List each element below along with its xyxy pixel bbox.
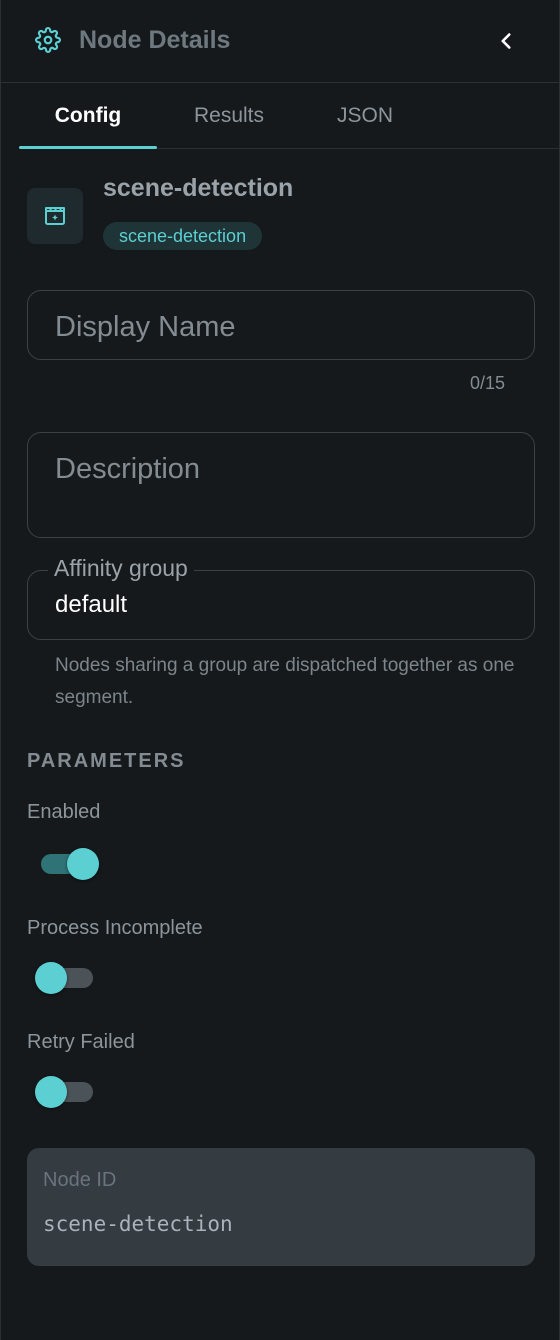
node-id-label: Node ID — [43, 1169, 117, 1191]
affinity-group-field[interactable]: Affinity group default — [27, 555, 535, 640]
panel-title: Node Details — [79, 26, 231, 54]
display-name-placeholder: Display Name — [55, 311, 236, 343]
tab-json[interactable]: JSON — [301, 84, 429, 148]
affinity-group-label: Affinity group — [48, 555, 194, 582]
affinity-group-helper-text: Nodes sharing a group are dispatched tog… — [55, 655, 515, 708]
param-label-process-incomplete: Process Incomplete — [27, 917, 203, 939]
node-id-value: scene-detection — [43, 1212, 233, 1236]
tab-results[interactable]: Results — [157, 84, 301, 148]
toggle-knob — [35, 1076, 67, 1108]
node-id-card: Node ID scene-detection — [27, 1148, 535, 1266]
display-name-counter: 0/15 — [469, 373, 505, 393]
panel-header: Node Details — [1, 0, 559, 83]
parameters-heading: PARAMETERS — [27, 750, 186, 772]
node-details-panel: Node Details Config Results JSON scene-d… — [0, 0, 560, 1340]
process-incomplete-toggle[interactable] — [27, 958, 97, 998]
clapperboard-icon — [45, 207, 65, 225]
node-name: scene-detection — [103, 174, 294, 202]
tab-bar: Config Results JSON — [19, 84, 559, 149]
node-type-icon-tile — [27, 188, 83, 244]
enabled-toggle[interactable] — [27, 844, 99, 884]
retry-failed-toggle[interactable] — [27, 1072, 97, 1112]
gear-icon — [35, 27, 61, 53]
affinity-group-value: default — [55, 591, 128, 618]
tab-config[interactable]: Config — [19, 84, 157, 149]
toggle-knob — [67, 848, 99, 880]
param-label-enabled: Enabled — [27, 801, 101, 823]
toggle-knob — [35, 962, 67, 994]
description-placeholder: Description — [55, 453, 201, 485]
chevron-left-icon[interactable] — [493, 28, 519, 54]
param-label-retry-failed: Retry Failed — [27, 1031, 135, 1053]
description-field[interactable]: Description — [27, 432, 535, 538]
display-name-field[interactable]: Display Name — [27, 290, 535, 360]
node-type-chip: scene-detection — [103, 222, 263, 250]
